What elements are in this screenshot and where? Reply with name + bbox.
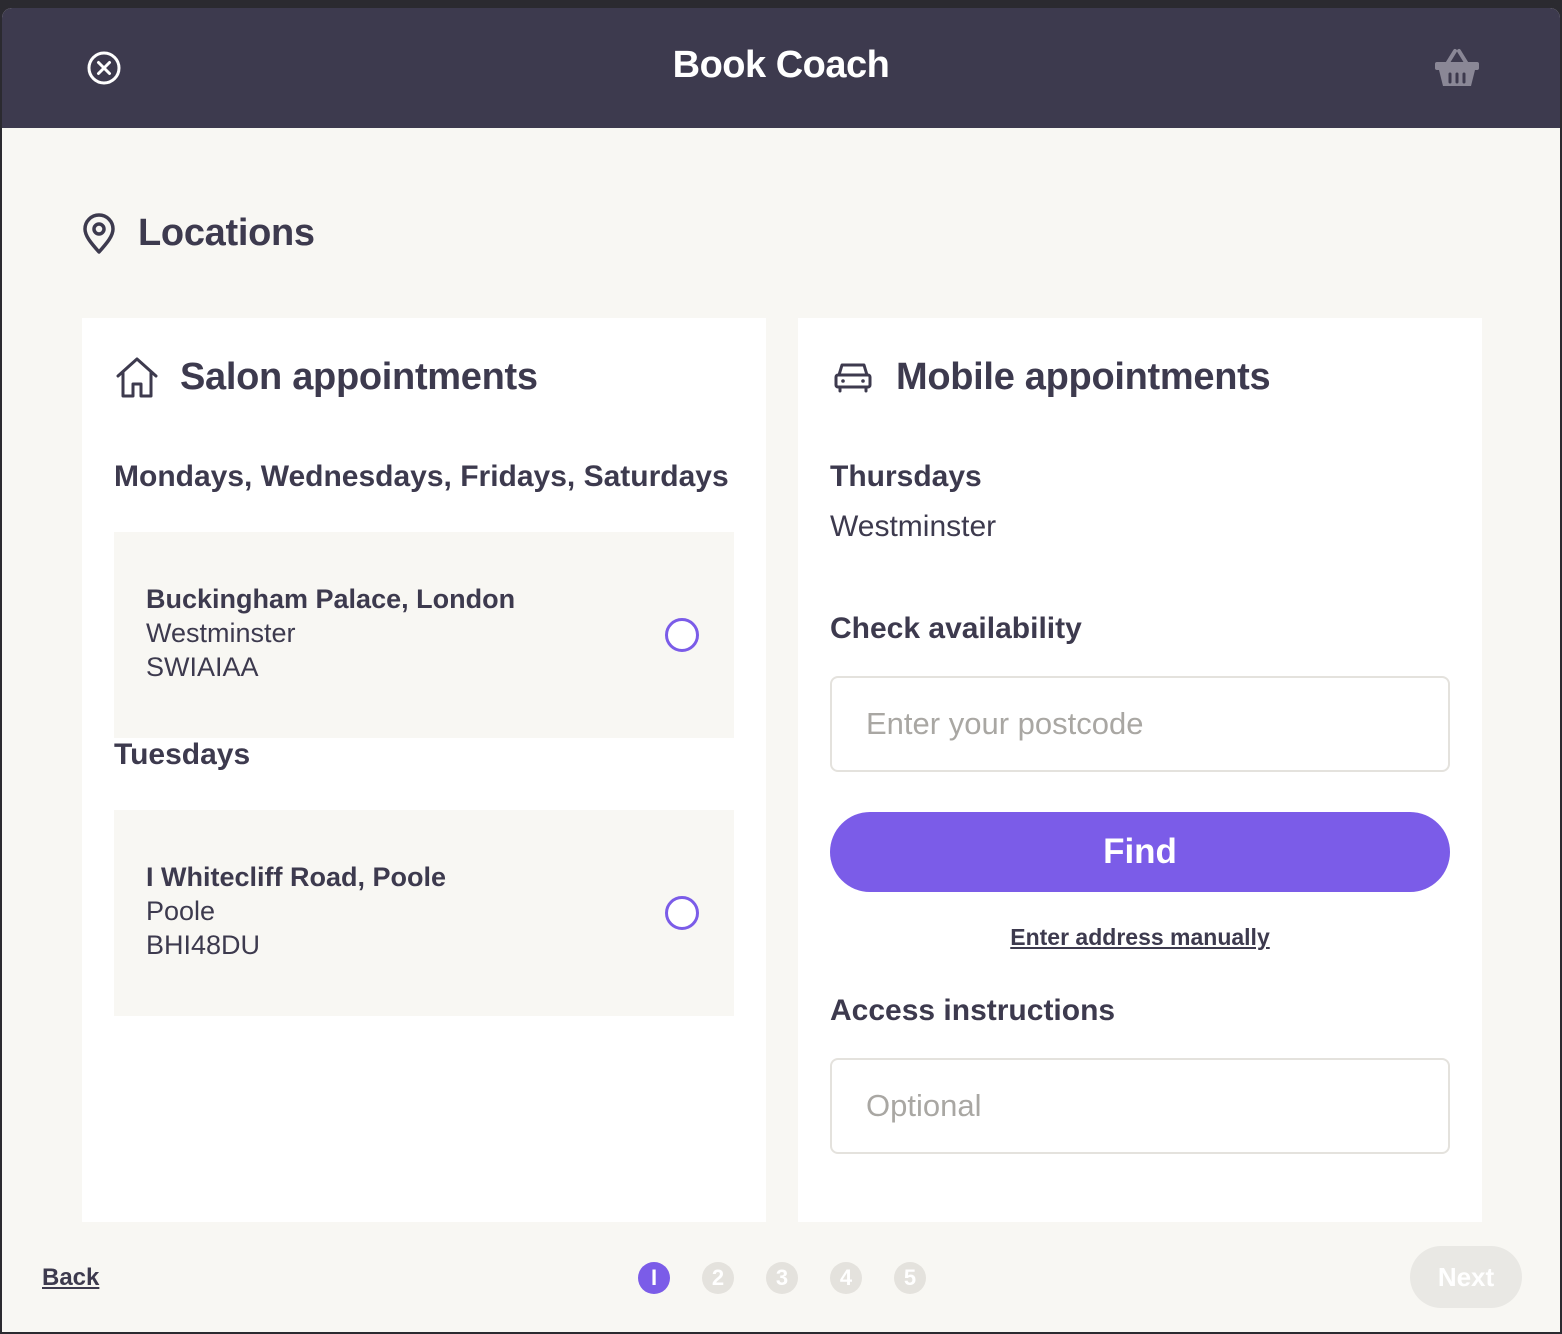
step-5[interactable]: 5 — [894, 1262, 926, 1294]
location-area: Poole — [146, 896, 216, 926]
locations-heading: Locations — [80, 212, 315, 255]
next-button[interactable]: Next — [1410, 1246, 1522, 1308]
step-4[interactable]: 4 — [830, 1262, 862, 1294]
back-link[interactable]: Back — [42, 1264, 99, 1292]
location-radio[interactable] — [665, 896, 699, 930]
modal-header: Book Coach — [2, 8, 1560, 128]
find-button[interactable]: Find — [830, 812, 1450, 892]
access-instructions-input[interactable] — [830, 1058, 1450, 1154]
check-availability-label: Check availability — [830, 612, 1082, 645]
car-icon — [830, 354, 876, 400]
location-area: Westminster — [146, 618, 296, 648]
mobile-panel-title: Mobile appointments — [896, 355, 1271, 398]
basket-icon[interactable] — [1432, 46, 1482, 90]
salon-location-card[interactable]: Buckingham Palace, London Westminster SW… — [114, 532, 734, 738]
mobile-appointments-panel: Mobile appointments Thursdays Westminste… — [798, 318, 1482, 1238]
step-2[interactable]: 2 — [702, 1262, 734, 1294]
location-postcode: SWIAIAA — [146, 652, 259, 682]
step-indicator: I 2 3 4 5 — [638, 1262, 958, 1294]
salon-location-card[interactable]: I Whitecliff Road, Poole Poole BHI48DU — [114, 810, 734, 1016]
salon-panel-header: Salon appointments — [114, 354, 538, 400]
postcode-input[interactable] — [830, 676, 1450, 772]
mobile-days-heading: Thursdays — [830, 460, 982, 493]
location-radio[interactable] — [665, 618, 699, 652]
access-instructions-label: Access instructions — [830, 994, 1116, 1027]
location-pin-icon — [80, 212, 118, 255]
step-1[interactable]: I — [638, 1262, 670, 1294]
section-title: Locations — [138, 212, 315, 254]
salon-days-heading: Tuesdays — [114, 738, 251, 771]
house-icon — [114, 354, 160, 400]
enter-address-manually-link[interactable]: Enter address manually — [798, 924, 1482, 951]
salon-panel-title: Salon appointments — [180, 355, 538, 398]
location-name: Buckingham Palace, London — [146, 584, 516, 614]
page-title: Book Coach — [672, 44, 890, 86]
location-name: I Whitecliff Road, Poole — [146, 862, 447, 892]
step-3[interactable]: 3 — [766, 1262, 798, 1294]
booking-modal: Book Coach Locations Salon appointments … — [2, 8, 1560, 1332]
salon-appointments-panel: Salon appointments Mondays, Wednesdays, … — [82, 318, 766, 1238]
salon-days-heading: Mondays, Wednesdays, Fridays, Saturdays — [114, 460, 729, 493]
mobile-panel-header: Mobile appointments — [830, 354, 1271, 400]
mobile-area: Westminster — [830, 510, 997, 543]
location-postcode: BHI48DU — [146, 930, 261, 960]
modal-footer: Back I 2 3 4 5 Next — [2, 1222, 1560, 1332]
